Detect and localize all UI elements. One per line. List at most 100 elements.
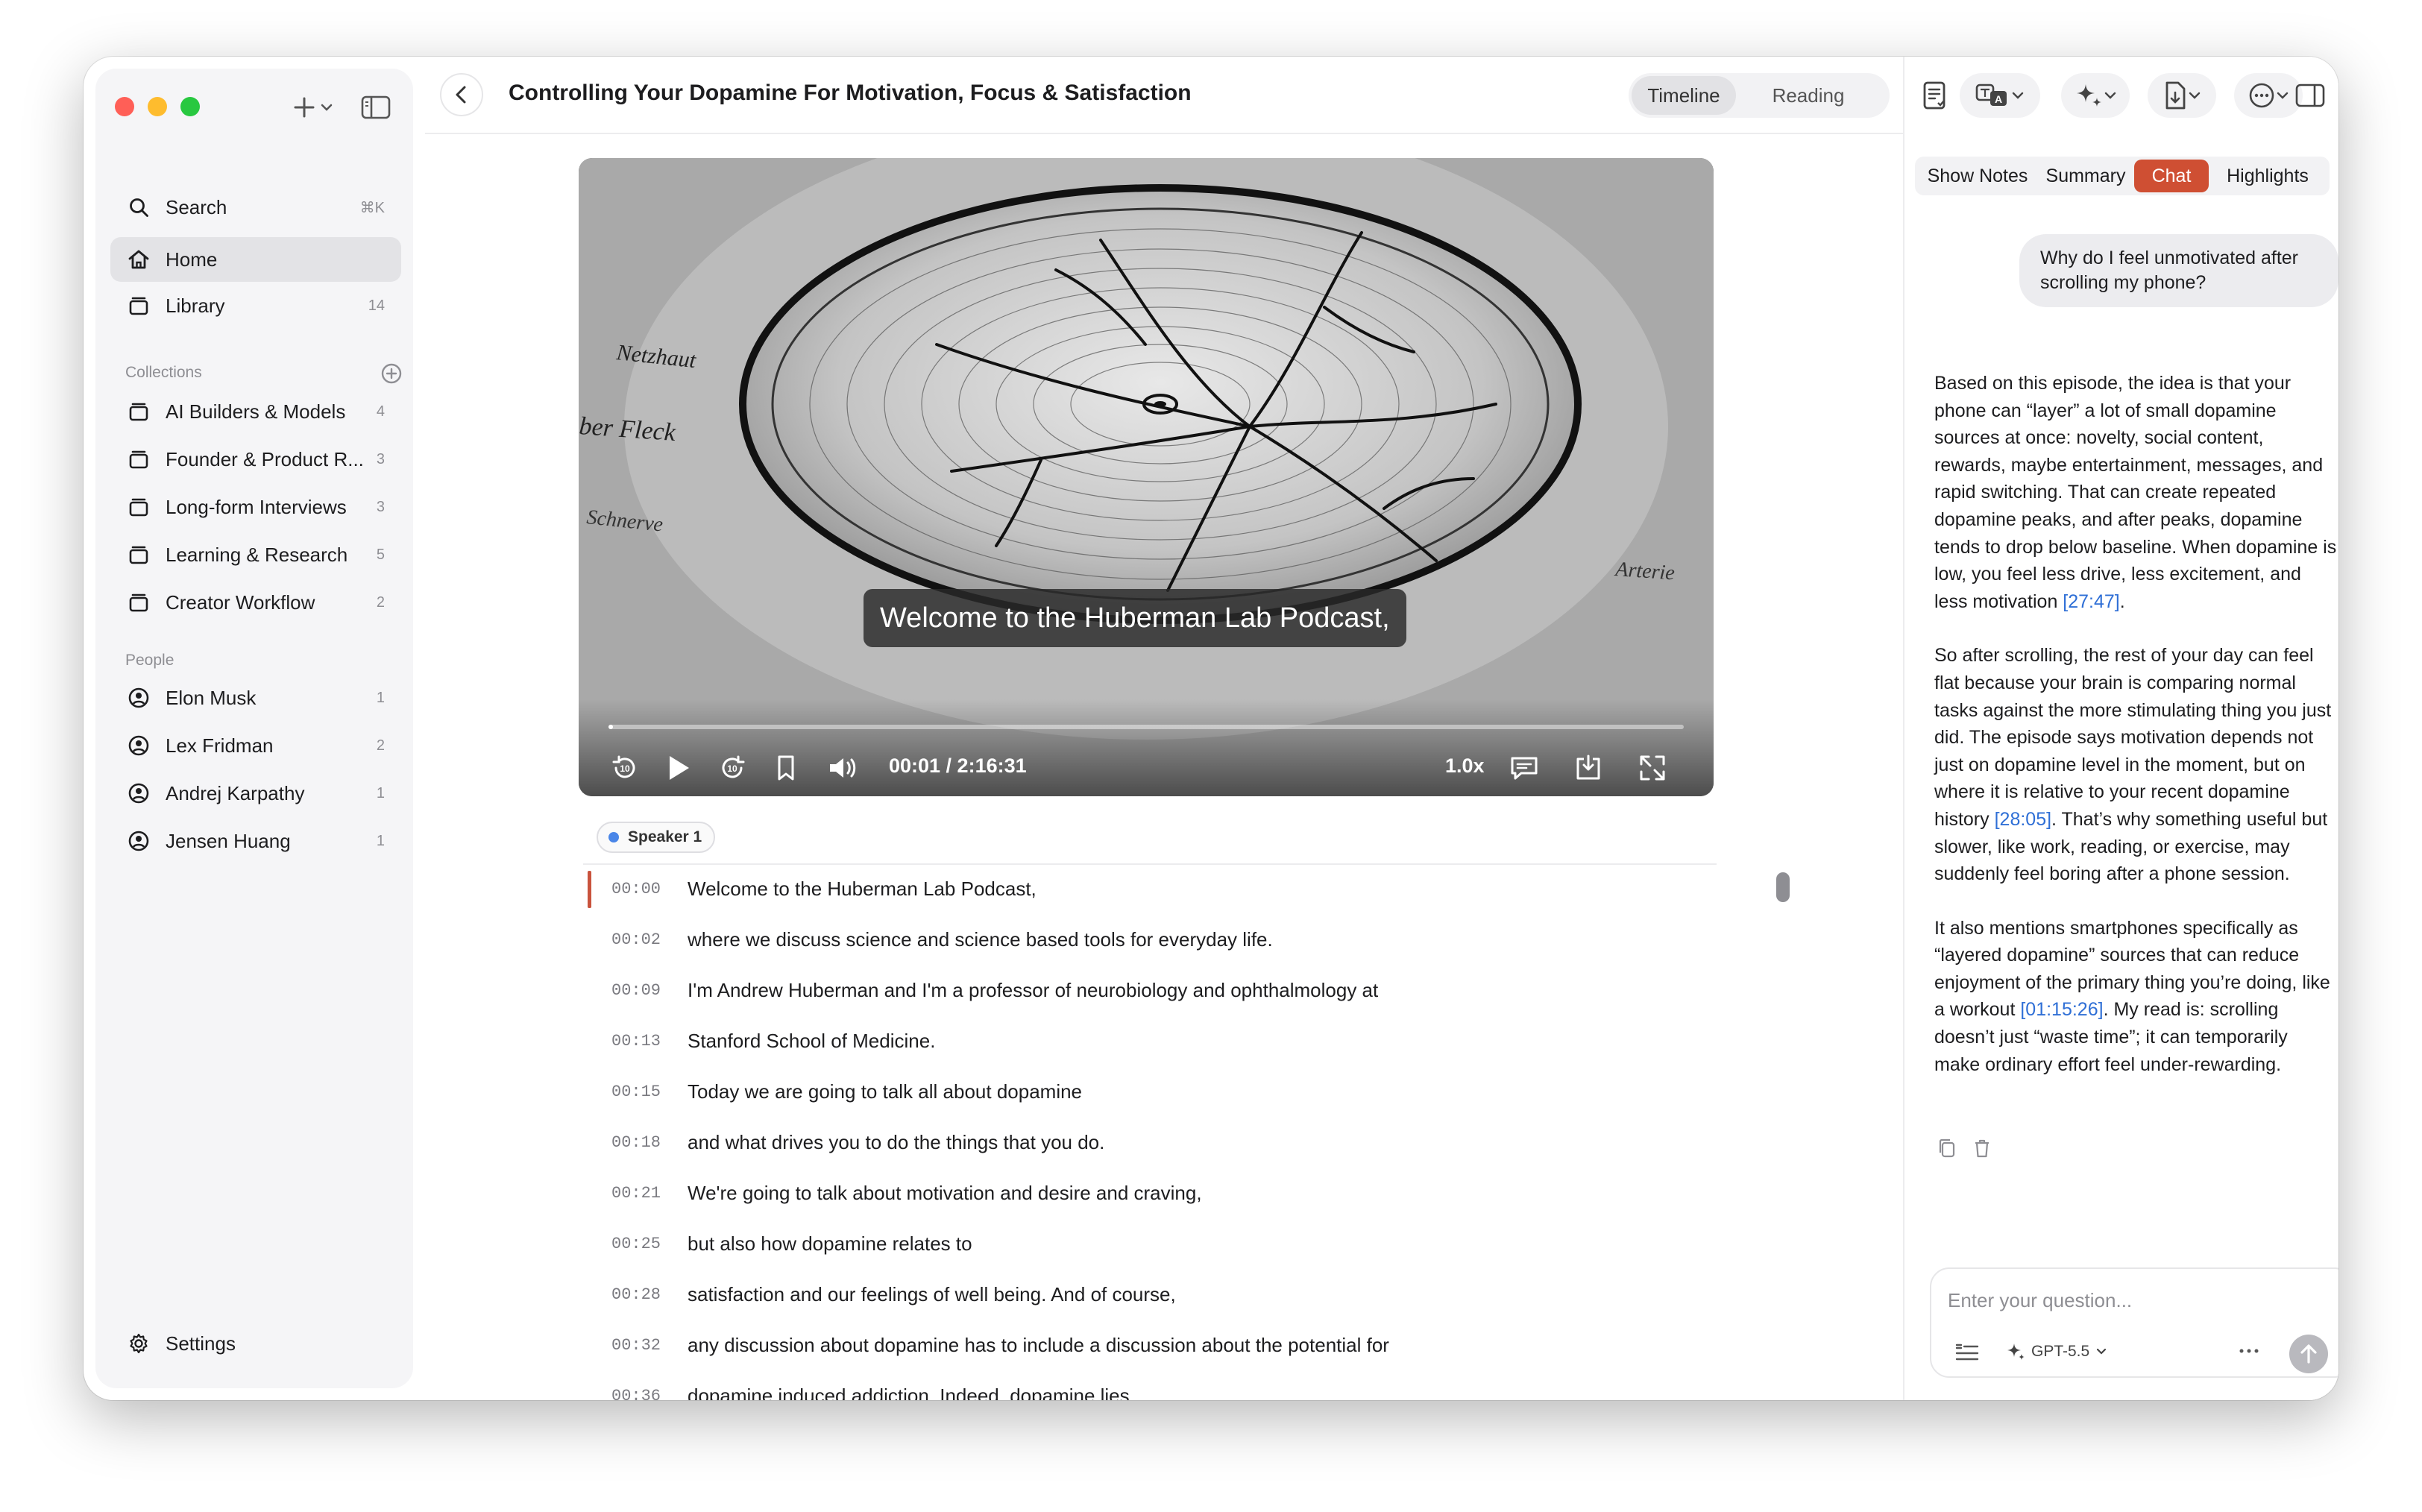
transcript-row[interactable]: 00:15 Today we are going to talk all abo…	[579, 1069, 1667, 1114]
delete-button[interactable]	[1973, 1138, 1991, 1162]
seek-bar[interactable]	[608, 725, 1684, 729]
transcript-timestamp[interactable]: 00:25	[579, 1235, 688, 1253]
tab-timeline[interactable]: Timeline	[1632, 76, 1736, 115]
tab-chat[interactable]: Chat	[2134, 160, 2209, 192]
transcript-row-active[interactable]: 00:00 Welcome to the Huberman Lab Podcas…	[579, 866, 1667, 911]
video-player[interactable]: Netzhaut ber Fleck Schnerve Arterie Welc…	[579, 158, 1714, 796]
transcript-row[interactable]: 00:32 any discussion about dopamine has …	[579, 1323, 1667, 1367]
input-more-button[interactable]	[2237, 1344, 2261, 1362]
person-icon	[127, 686, 151, 710]
right-panel-tabs: Show Notes Summary Chat Highlights	[1915, 157, 2330, 195]
collection-icon	[127, 543, 151, 567]
volume-button[interactable]	[825, 752, 862, 784]
answer-paragraph: Based on this episode, the idea is that …	[1934, 370, 2337, 615]
rewind-10-button[interactable]: 10	[608, 752, 641, 784]
sidebar-item-person[interactable]: Elon Musk 1	[110, 675, 401, 720]
play-button[interactable]	[662, 752, 695, 784]
timestamp-link[interactable]: [27:47]	[2063, 591, 2119, 612]
transcript-text: where we discuss science and science bas…	[688, 927, 1273, 951]
transcript-row[interactable]: 00:02 where we discuss science and scien…	[579, 917, 1667, 962]
transcript-row[interactable]: 00:13 Stanford School of Medicine.	[579, 1018, 1667, 1063]
svg-text:10: 10	[620, 763, 630, 774]
transcript-row[interactable]: 00:21 We're going to talk about motivati…	[579, 1171, 1667, 1215]
transcript-divider	[583, 863, 1717, 865]
ellipsis-icon	[2239, 1349, 2259, 1353]
transcript-timestamp[interactable]: 00:00	[579, 880, 688, 898]
tab-reading[interactable]: Reading	[1736, 76, 1881, 115]
sidebar-item-person[interactable]: Lex Fridman 2	[110, 723, 401, 768]
svg-text:A: A	[1995, 93, 2002, 105]
tab-highlights[interactable]: Highlights	[2209, 160, 2327, 192]
page-title: Controlling Your Dopamine For Motivation…	[509, 81, 1192, 105]
export-button[interactable]	[2148, 73, 2216, 118]
sidebar-item-collection[interactable]: Creator Workflow 2	[110, 580, 401, 625]
translate-button[interactable]: A	[1960, 73, 2040, 118]
transcript-timestamp[interactable]: 00:32	[579, 1336, 688, 1355]
forward-10-button[interactable]: 10	[716, 752, 749, 784]
transcript-row[interactable]: 00:09 I'm Andrew Huberman and I'm a prof…	[579, 968, 1667, 1012]
close-window-button[interactable]	[115, 97, 134, 116]
timestamp-link[interactable]: [01:15:26]	[2020, 999, 2103, 1020]
collection-count: 4	[376, 403, 385, 420]
sidebar-item-collection[interactable]: Learning & Research 5	[110, 532, 401, 577]
sidebar-item-person[interactable]: Andrej Karpathy 1	[110, 771, 401, 816]
transcript-list: 00:00 Welcome to the Huberman Lab Podcas…	[579, 866, 1690, 1400]
question-input[interactable]	[1948, 1285, 2321, 1315]
episode-header: Controlling Your Dopamine For Motivation…	[425, 57, 1903, 134]
sidebar-item-collection[interactable]: Long-form Interviews 3	[110, 485, 401, 529]
transcript-row[interactable]: 00:36 dopamine induced addiction. Indeed…	[579, 1373, 1667, 1401]
sidebar-item-settings[interactable]: Settings	[110, 1321, 401, 1366]
collection-count: 5	[376, 546, 385, 563]
sidebar-search[interactable]: Search ⌘K	[110, 185, 401, 230]
transcript-row[interactable]: 00:18 and what drives you to do the thin…	[579, 1120, 1667, 1165]
notes-button[interactable]	[1918, 73, 1951, 118]
timestamp-link[interactable]: [28:05]	[1995, 809, 2051, 830]
send-button[interactable]	[2289, 1335, 2328, 1373]
transcript-timestamp[interactable]: 00:02	[579, 930, 688, 949]
transcript-timestamp[interactable]: 00:09	[579, 981, 688, 1000]
new-item-button[interactable]	[294, 91, 339, 124]
toggle-right-panel-button[interactable]	[2288, 73, 2333, 118]
playback-speed[interactable]: 1.0x	[1445, 755, 1485, 778]
back-button[interactable]	[440, 73, 483, 116]
sidebar-item-home[interactable]: Home	[110, 237, 401, 282]
transcript-timestamp[interactable]: 00:28	[579, 1285, 688, 1304]
sidebar-item-collection[interactable]: Founder & Product R... 3	[110, 437, 401, 482]
transcript-timestamp[interactable]: 00:13	[579, 1032, 688, 1050]
copy-button[interactable]	[1937, 1138, 1957, 1162]
sidebar-item-library[interactable]: Library 14	[110, 283, 401, 328]
subtitles-button[interactable]	[1508, 752, 1541, 784]
transcript-row[interactable]: 00:25 but also how dopamine relates to	[579, 1221, 1667, 1266]
transcript-scrollbar[interactable]	[1776, 872, 1790, 1399]
toggle-sidebar-button[interactable]	[361, 91, 394, 124]
transcript-row[interactable]: 00:28 satisfaction and our feelings of w…	[579, 1272, 1667, 1317]
sidebar-item-collection[interactable]: AI Builders & Models 4	[110, 389, 401, 434]
zoom-window-button[interactable]	[180, 97, 200, 116]
transcript-timestamp[interactable]: 00:36	[579, 1387, 688, 1401]
transcript-timestamp[interactable]: 00:18	[579, 1133, 688, 1152]
copy-icon	[1939, 1138, 1955, 1158]
collection-label: Learning & Research	[166, 543, 348, 566]
ai-actions-button[interactable]	[2061, 73, 2130, 118]
model-label: GPT-5.5	[2031, 1343, 2090, 1360]
person-label: Jensen Huang	[166, 829, 291, 852]
prompt-library-button[interactable]	[1954, 1341, 1981, 1370]
transcript-timestamp[interactable]: 00:15	[579, 1083, 688, 1101]
transcript-timestamp[interactable]: 00:21	[579, 1184, 688, 1203]
sidebar-item-person[interactable]: Jensen Huang 1	[110, 819, 401, 863]
add-collection-button[interactable]	[380, 362, 403, 385]
collection-icon	[127, 495, 151, 519]
tab-show-notes[interactable]: Show Notes	[1918, 160, 2037, 192]
model-selector[interactable]: GPT-5.5	[2006, 1342, 2107, 1361]
speaker-tag[interactable]: Speaker 1	[597, 822, 716, 853]
person-icon	[127, 829, 151, 853]
tab-summary[interactable]: Summary	[2037, 160, 2134, 192]
fullscreen-button[interactable]	[1636, 752, 1669, 784]
pip-button[interactable]	[1572, 752, 1605, 784]
bookmark-button[interactable]	[770, 752, 802, 784]
app-window: Search ⌘K Home Library 14 Collections AI…	[84, 57, 2338, 1400]
scrollbar-thumb[interactable]	[1776, 872, 1790, 902]
minimize-window-button[interactable]	[148, 97, 167, 116]
plus-icon	[294, 97, 333, 118]
answer-text-tail: .	[2119, 590, 2125, 612]
